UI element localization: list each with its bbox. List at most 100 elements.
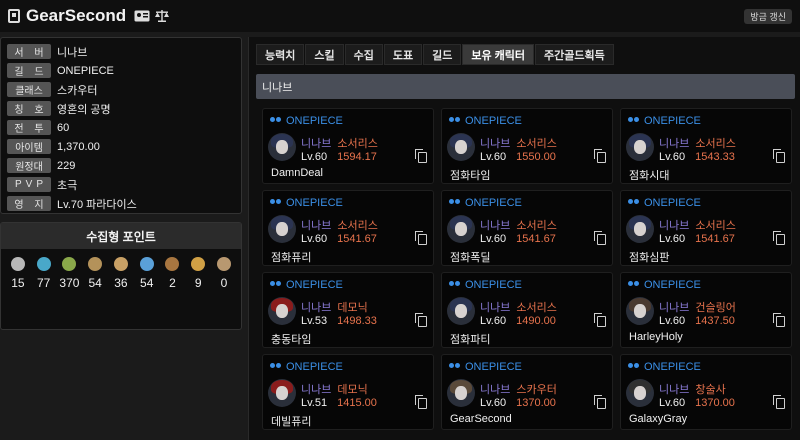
card-server: 니나브: [480, 384, 511, 396]
refresh-button[interactable]: 방금 갱신: [744, 9, 792, 24]
card-name: 점화파티: [450, 334, 491, 346]
collection-items: 15 77 370 54 36 54 2 9 0: [1, 249, 241, 290]
copy-icon[interactable]: [415, 313, 427, 327]
avatar: [447, 379, 475, 407]
tab-2[interactable]: 수집: [344, 44, 383, 65]
copy-icon[interactable]: [415, 395, 427, 409]
card-item-level: 1415.00: [337, 397, 377, 409]
character-card[interactable]: ONEPIECE 니나브 소서리스 Lv.60 1541.67 점화폭딜: [441, 190, 613, 266]
collection-item[interactable]: 15: [6, 257, 30, 290]
collection-item[interactable]: 370: [57, 257, 81, 290]
card-class: 소서리스: [516, 302, 557, 314]
people-icon: [269, 280, 282, 290]
guild-name: ONEPIECE: [465, 279, 522, 291]
character-card[interactable]: ONEPIECE 니나브 건슬링어 Lv.60 1437.50 HarleyHoly: [620, 272, 792, 348]
card-level: Lv.60: [480, 151, 507, 163]
avatar: [447, 297, 475, 325]
card-level: Lv.60: [659, 151, 686, 163]
avatar: [626, 379, 654, 407]
tab-5[interactable]: 보유 캐릭터: [462, 44, 535, 65]
copy-icon[interactable]: [773, 313, 785, 327]
card-server: 니나브: [301, 384, 332, 396]
profile-info: 서 버 니나브 길 드 ONEPIECE 클래스 스카우터 칭 호 영혼의 공명 전 투 60 아이…: [0, 37, 242, 214]
people-icon: [448, 280, 461, 290]
character-card[interactable]: ONEPIECE 니나브 창술사 Lv.60 1370.00 GalaxyGray: [620, 354, 792, 430]
copy-icon[interactable]: [415, 231, 427, 245]
card-class: 데모닉: [337, 384, 368, 396]
copy-icon[interactable]: [773, 149, 785, 163]
app-title: GearSecond: [26, 6, 127, 25]
people-icon: [448, 362, 461, 372]
copy-icon[interactable]: [773, 231, 785, 245]
bookmark-icon[interactable]: [8, 9, 20, 23]
copy-icon[interactable]: [594, 395, 606, 409]
copy-icon[interactable]: [594, 231, 606, 245]
avatar-face: [634, 386, 646, 400]
tab-1[interactable]: 스킬: [305, 44, 344, 65]
card-item-level: 1594.17: [337, 151, 377, 163]
people-icon: [269, 362, 282, 372]
collection-item[interactable]: 2: [160, 257, 184, 290]
copy-icon[interactable]: [773, 395, 785, 409]
collection-item[interactable]: 54: [135, 257, 159, 290]
tab-3[interactable]: 도표: [383, 44, 423, 65]
character-card[interactable]: ONEPIECE 니나브 데모닉 Lv.51 1415.00 데빌퓨리: [262, 354, 434, 430]
avatar-face: [634, 222, 646, 236]
character-card[interactable]: ONEPIECE 니나브 소서리스 Lv.60 1541.67 점화퓨리: [262, 190, 434, 266]
card-server: 니나브: [301, 302, 332, 314]
card-class-line: 니나브 소서리스: [301, 135, 378, 151]
card-class: 창술사: [695, 384, 726, 396]
character-card[interactable]: ONEPIECE 니나브 소서리스 Lv.60 1541.67 점화심판: [620, 190, 792, 266]
art-icon: [88, 257, 103, 271]
character-card[interactable]: ONEPIECE 니나브 데모닉 Lv.53 1498.33 충동타임: [262, 272, 434, 348]
copy-icon[interactable]: [415, 149, 427, 163]
avatar: [447, 133, 475, 161]
collection-item[interactable]: 36: [109, 257, 133, 290]
card-class: 건슬링어: [695, 302, 736, 314]
character-card[interactable]: ONEPIECE 니나브 소서리스 Lv.60 1550.00 점화타임: [441, 108, 613, 184]
profile-value: 스카우터: [57, 84, 98, 97]
scale-icon[interactable]: [154, 10, 170, 22]
coin-icon: [217, 257, 231, 271]
card-server: 니나브: [659, 384, 690, 396]
guild-name: ONEPIECE: [286, 115, 343, 127]
collection-item[interactable]: 9: [186, 257, 210, 290]
card-level-line: Lv.60 1541.67: [301, 233, 377, 245]
collection-item[interactable]: 54: [83, 257, 107, 290]
avatar-face: [455, 386, 467, 400]
avatar: [268, 133, 296, 161]
card-name: GalaxyGray: [629, 413, 688, 425]
collection-count: 370: [59, 276, 80, 290]
tab-6[interactable]: 주간골드획득: [535, 44, 614, 65]
id-card-icon[interactable]: [134, 10, 150, 22]
card-server: 니나브: [480, 302, 511, 314]
copy-icon[interactable]: [594, 313, 606, 327]
collection-points: 수집형 포인트 15 77 370 54 36 54 2 9 0: [0, 222, 242, 330]
character-card[interactable]: ONEPIECE 니나브 소서리스 Lv.60 1594.17 DamnDeal: [262, 108, 434, 184]
profile-label: 클래스: [7, 82, 51, 97]
tab-0[interactable]: 능력치: [256, 44, 305, 65]
card-name: 점화퓨리: [271, 252, 312, 264]
card-guild: ONEPIECE: [448, 360, 606, 374]
avatar: [626, 297, 654, 325]
tab-4[interactable]: 길드: [423, 44, 462, 65]
card-guild: ONEPIECE: [269, 196, 427, 210]
copy-icon[interactable]: [594, 149, 606, 163]
character-grid: ONEPIECE 니나브 소서리스 Lv.60 1594.17 DamnDeal ONEPI…: [262, 108, 792, 430]
card-guild: ONEPIECE: [627, 278, 785, 292]
character-card[interactable]: ONEPIECE 니나브 소서리스 Lv.60 1490.00 점화파티: [441, 272, 613, 348]
people-icon: [627, 280, 640, 290]
avatar-face: [276, 140, 288, 154]
card-level-line: Lv.60 1543.33: [659, 151, 735, 163]
card-level-line: Lv.60 1550.00: [480, 151, 556, 163]
collection-item[interactable]: 0: [212, 257, 236, 290]
card-class: 소서리스: [695, 138, 736, 150]
collection-item[interactable]: 77: [32, 257, 56, 290]
card-guild: ONEPIECE: [269, 278, 427, 292]
character-card[interactable]: ONEPIECE 니나브 스카우터 Lv.60 1370.00 GearSecond: [441, 354, 613, 430]
card-name: 데빌퓨리: [271, 416, 312, 428]
card-server: 니나브: [480, 138, 511, 150]
character-card[interactable]: ONEPIECE 니나브 소서리스 Lv.60 1543.33 점화시대: [620, 108, 792, 184]
profile-value: 60: [57, 121, 70, 134]
card-item-level: 1541.67: [695, 233, 735, 245]
